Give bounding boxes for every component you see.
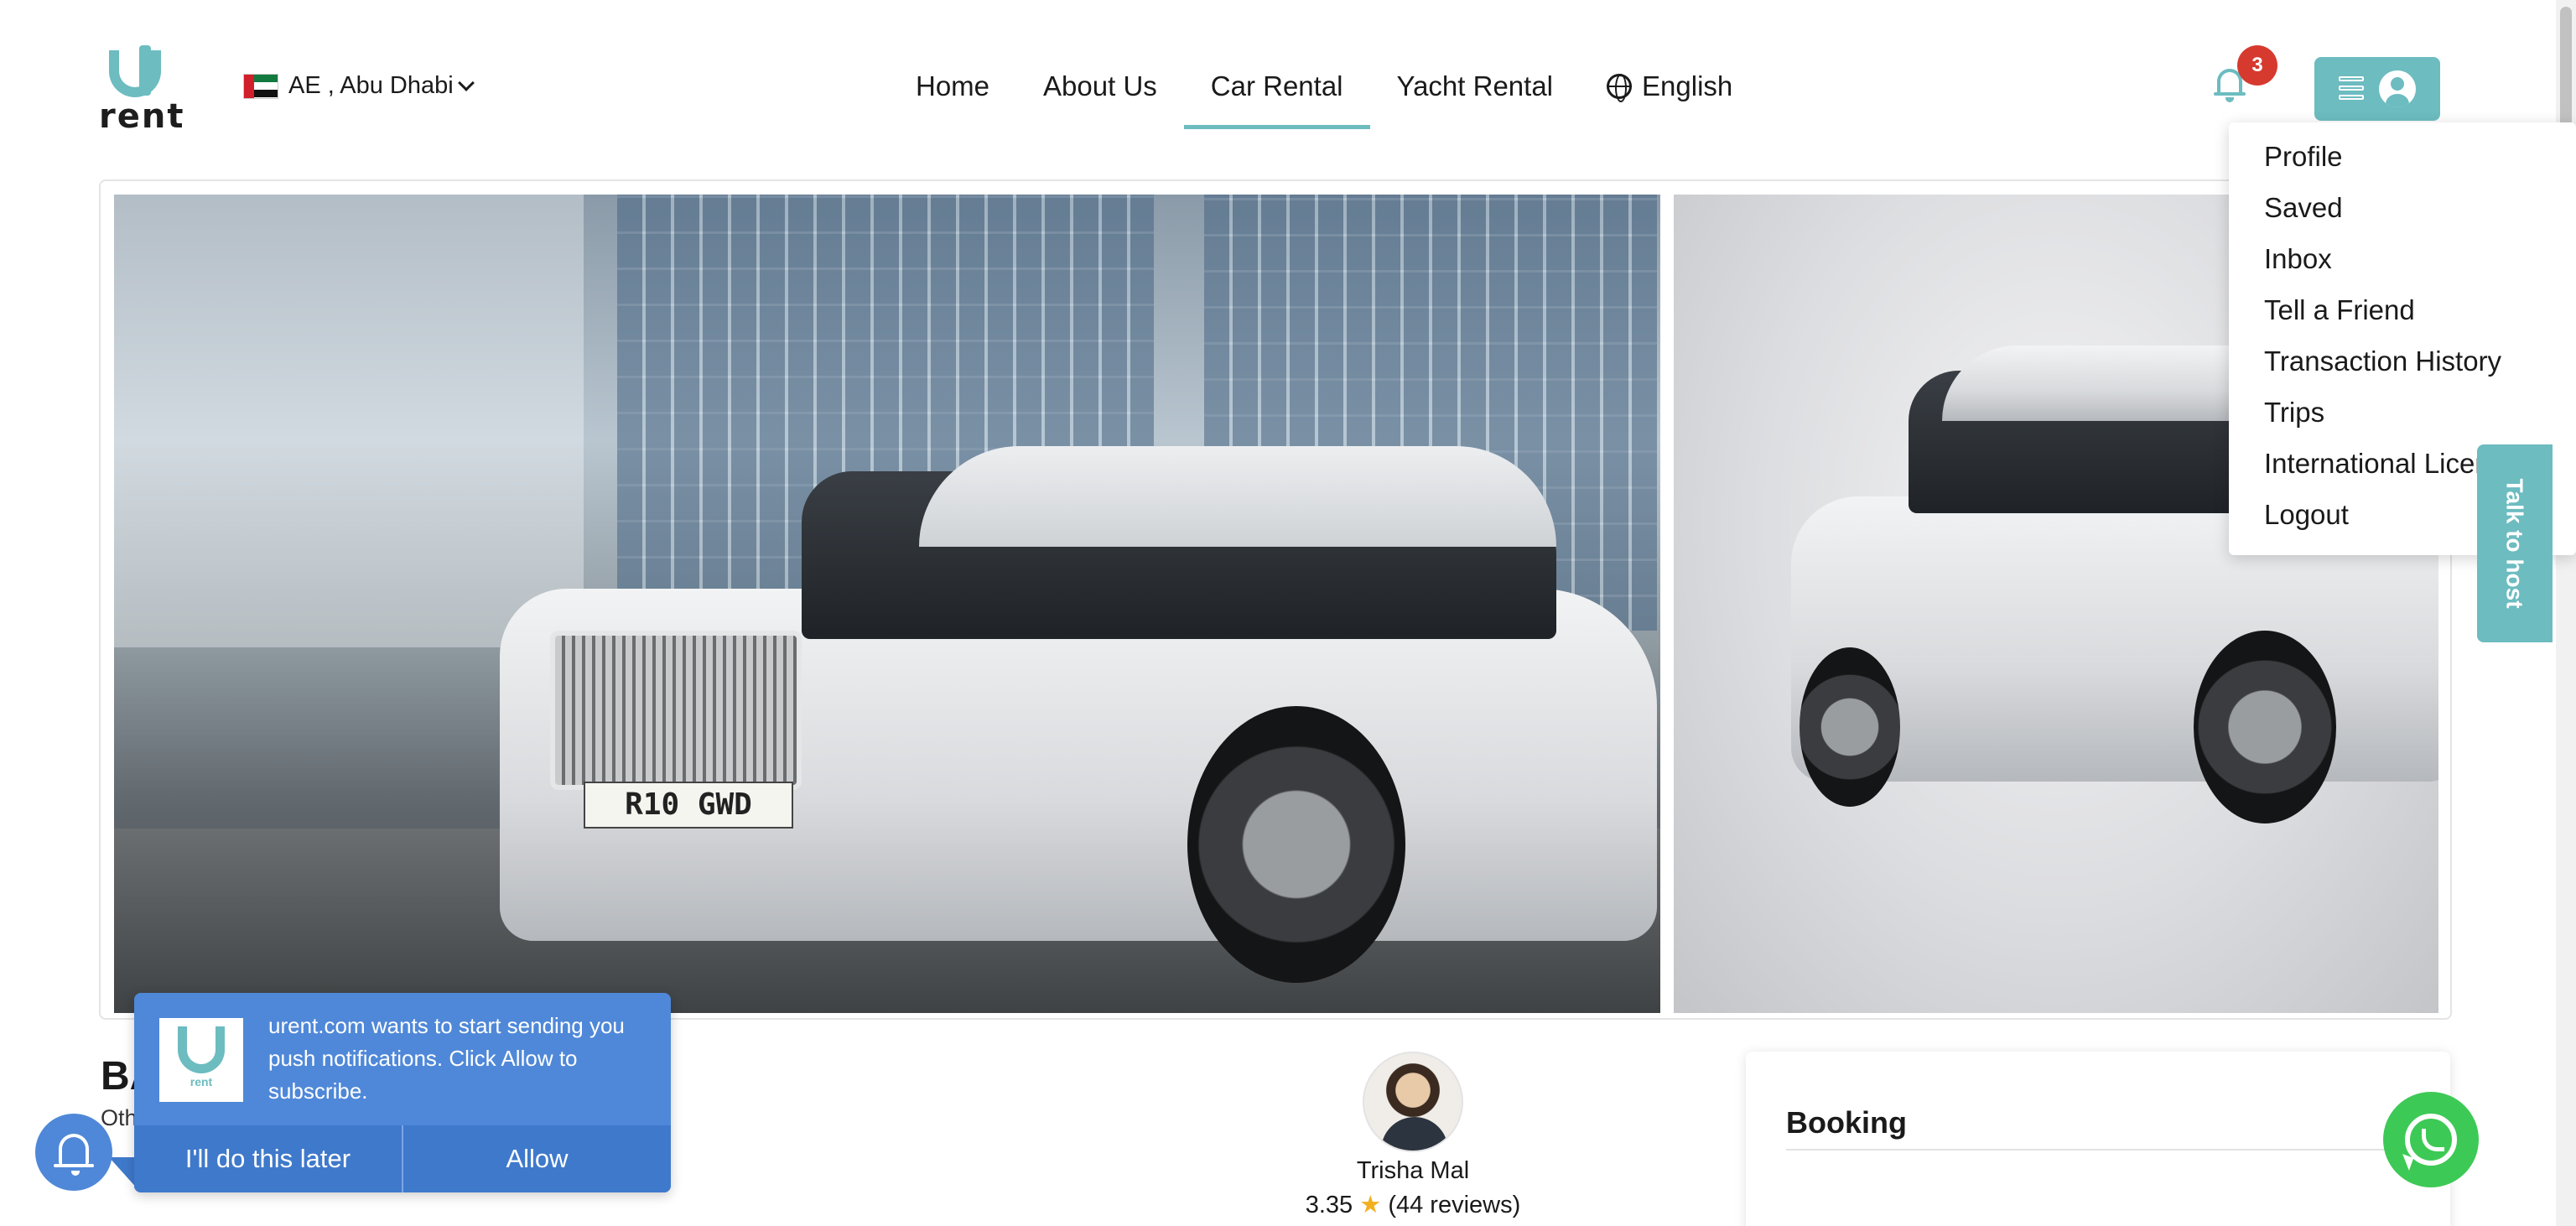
talk-to-host-tab[interactable]: Talk to host: [2477, 444, 2553, 642]
whatsapp-icon: [2405, 1114, 2457, 1166]
host-name[interactable]: Trisha Mal: [1283, 1157, 1543, 1185]
menu-lines-icon: [2339, 76, 2364, 101]
whatsapp-chat-button[interactable]: [2383, 1092, 2479, 1187]
menu-item-tell-a-friend[interactable]: Tell a Friend: [2229, 296, 2576, 347]
menu-item-profile[interactable]: Profile: [2229, 143, 2576, 194]
car-grille: [550, 631, 802, 790]
booking-title: Booking: [1786, 1105, 1907, 1140]
nav-car-rental[interactable]: Car Rental: [1183, 52, 1370, 129]
review-count[interactable]: (44 reviews): [1388, 1192, 1520, 1218]
urent-logo[interactable]: rent: [99, 45, 183, 136]
main-nav: Home About Us Car Rental Yacht Rental En…: [889, 52, 1759, 129]
location-label: AE , Abu Dhabi: [288, 72, 454, 99]
booking-divider: [1786, 1149, 2410, 1151]
push-notification-prompt: rent urent.com wants to start sending yo…: [134, 993, 671, 1192]
site-header: rent AE , Abu Dhabi Home About Us Car Re…: [0, 0, 2576, 168]
user-avatar-icon: [2379, 70, 2416, 107]
push-bell-button[interactable]: [35, 1114, 112, 1191]
license-plate: R10 GWD: [584, 782, 793, 829]
logo-u-mark: [109, 45, 161, 97]
uae-flag-icon: [243, 73, 278, 99]
chevron-down-icon: [457, 74, 475, 91]
rating-value: 3.35: [1305, 1192, 1353, 1218]
menu-item-inbox[interactable]: Inbox: [2229, 245, 2576, 296]
car-photo-main[interactable]: R10 GWD: [114, 195, 1660, 1013]
menu-item-transaction-history[interactable]: Transaction History: [2229, 347, 2576, 398]
star-icon: ★: [1359, 1192, 1382, 1218]
globe-icon: [1607, 74, 1633, 102]
language-label: English: [1642, 70, 1733, 101]
host-card: Trisha Mal 3.35 ★ (44 reviews): [1283, 1052, 1543, 1219]
host-avatar[interactable]: [1363, 1052, 1463, 1152]
notification-count-badge: 3: [2237, 45, 2277, 86]
push-prompt-actions: I'll do this later Allow: [134, 1125, 671, 1192]
bell-icon: [54, 1134, 94, 1176]
language-selector[interactable]: English: [1580, 52, 1759, 129]
push-prompt-message: urent.com wants to start sending you pus…: [268, 1013, 625, 1104]
listing-subtitle: Oth: [101, 1105, 138, 1130]
nav-home[interactable]: Home: [889, 52, 1016, 129]
photo-gallery: R10 GWD: [99, 179, 2452, 1020]
nav-about-us[interactable]: About Us: [1016, 52, 1184, 129]
push-prompt-logo: rent: [159, 1018, 243, 1102]
location-selector[interactable]: AE , Abu Dhabi: [243, 72, 475, 100]
booking-panel: Booking: [1746, 1052, 2450, 1226]
push-logo-label: rent: [190, 1075, 213, 1088]
menu-item-saved[interactable]: Saved: [2229, 194, 2576, 245]
push-later-button[interactable]: I'll do this later: [134, 1125, 402, 1192]
menu-item-trips[interactable]: Trips: [2229, 398, 2576, 449]
user-menu-button[interactable]: [2314, 57, 2440, 121]
host-rating: 3.35 ★ (44 reviews): [1283, 1190, 1543, 1219]
nav-yacht-rental[interactable]: Yacht Rental: [1370, 52, 1581, 129]
logo-wordmark: rent: [99, 97, 185, 136]
push-allow-button[interactable]: Allow: [402, 1125, 671, 1192]
talk-to-host-label: Talk to host: [2502, 478, 2529, 609]
